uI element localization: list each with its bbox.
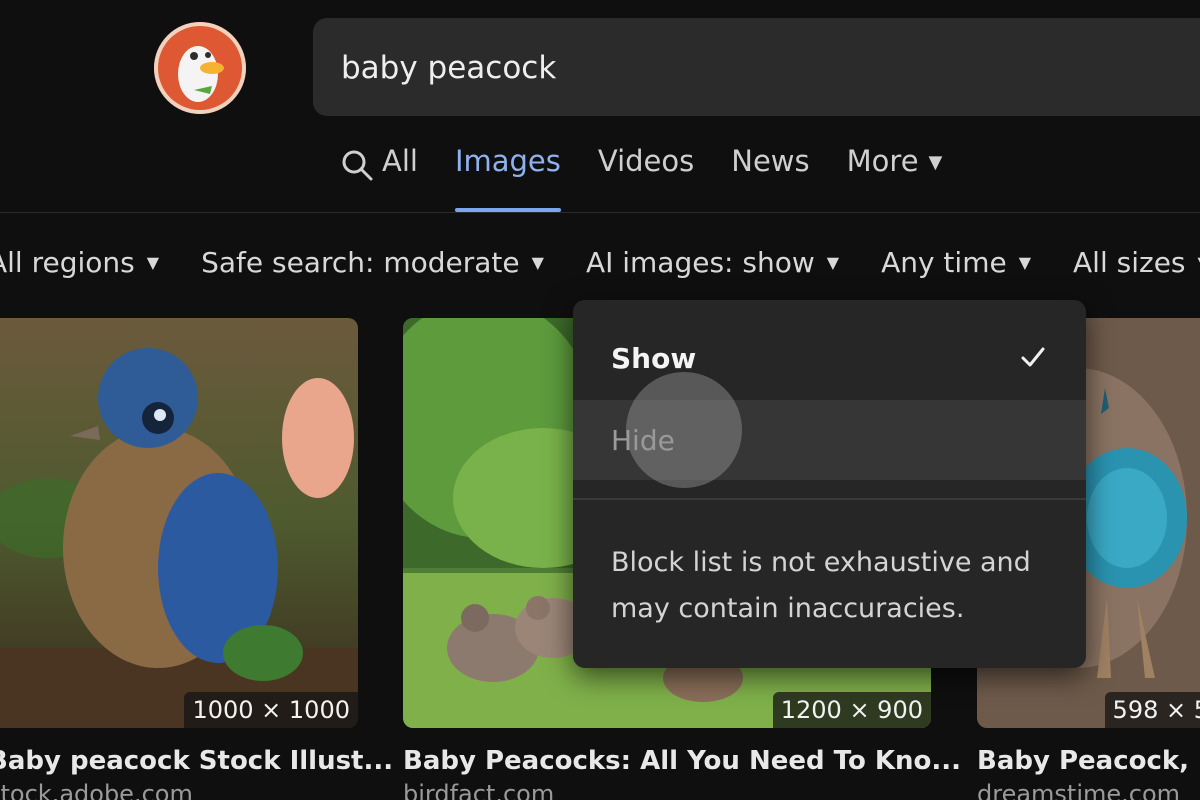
search-input[interactable] bbox=[339, 42, 1163, 94]
tab-label: News bbox=[731, 144, 810, 178]
filter-safe-search[interactable]: Safe search: moderate ▼ bbox=[201, 246, 544, 279]
caret-down-icon: ▼ bbox=[531, 252, 544, 272]
filter-label: All sizes bbox=[1073, 245, 1186, 279]
tab-label: Videos bbox=[597, 144, 695, 178]
caret-down-icon: ▼ bbox=[146, 252, 160, 272]
filter-time[interactable]: Any time ▼ bbox=[881, 246, 1031, 279]
result-source[interactable]: dreamstime.com bbox=[977, 780, 1200, 800]
app: All Images Videos News More ▼ All region… bbox=[0, 0, 1200, 800]
filter-label: All regions bbox=[0, 245, 135, 279]
result-source[interactable]: stock.adobe.com bbox=[0, 780, 393, 800]
caret-down-icon: ▼ bbox=[826, 252, 840, 272]
option-label: Show bbox=[611, 341, 697, 375]
result-source[interactable]: birdfact.com bbox=[403, 780, 961, 800]
result-title[interactable]: Baby peacock Stock Illust... bbox=[0, 746, 393, 776]
peacock-chick-image bbox=[0, 318, 358, 728]
tab-more[interactable]: More ▼ bbox=[847, 144, 943, 212]
caret-down-icon: ▼ bbox=[1018, 252, 1032, 272]
caret-down-icon: ▼ bbox=[928, 152, 943, 173]
header-divider bbox=[0, 212, 1200, 213]
filter-label: Safe search: moderate bbox=[201, 245, 520, 279]
result-title[interactable]: Baby Peacocks: All You Need To Kno... bbox=[403, 746, 961, 776]
duckduckgo-logo[interactable] bbox=[154, 22, 246, 114]
tab-label: All bbox=[382, 144, 418, 178]
result-title[interactable]: Baby Peacock, P bbox=[977, 746, 1200, 776]
duck-icon bbox=[178, 46, 224, 102]
filter-region[interactable]: All regions ▼ bbox=[0, 246, 159, 279]
filter-bar: All regions ▼ Safe search: moderate ▼ AI… bbox=[0, 242, 1200, 282]
dropdown-divider bbox=[573, 498, 1086, 500]
filter-label: AI images: show bbox=[585, 245, 815, 279]
tab-news[interactable]: News bbox=[731, 144, 809, 212]
tab-images[interactable]: Images bbox=[454, 144, 561, 212]
tab-label: Images bbox=[454, 144, 561, 178]
image-result[interactable]: 1000 × 1000 Baby peacock Stock Illust...… bbox=[0, 318, 393, 800]
ai-images-dropdown: Show Hide Block list is not exhaustive a… bbox=[573, 300, 1086, 668]
checkmark-icon bbox=[1020, 344, 1046, 377]
filter-ai-images[interactable]: AI images: show ▼ bbox=[586, 246, 839, 279]
tab-label: More bbox=[846, 144, 919, 178]
result-thumbnail[interactable]: 1000 × 1000 bbox=[0, 318, 358, 728]
cursor-indicator bbox=[626, 372, 742, 488]
image-dimensions: 1200 × 900 bbox=[772, 692, 931, 728]
image-dimensions: 1000 × 1000 bbox=[184, 692, 358, 728]
filter-size[interactable]: All sizes ▼ bbox=[1073, 246, 1200, 279]
tab-all[interactable]: All bbox=[340, 144, 418, 212]
search-tabs: All Images Videos News More ▼ bbox=[340, 144, 979, 214]
search-box bbox=[313, 18, 1200, 116]
block-list-note: Block list is not exhaustive and may con… bbox=[611, 547, 1031, 624]
search-icon bbox=[340, 148, 374, 189]
image-dimensions: 598 × 5 bbox=[1104, 692, 1200, 728]
filter-label: Any time bbox=[881, 245, 1007, 279]
tab-videos[interactable]: Videos bbox=[598, 144, 694, 212]
